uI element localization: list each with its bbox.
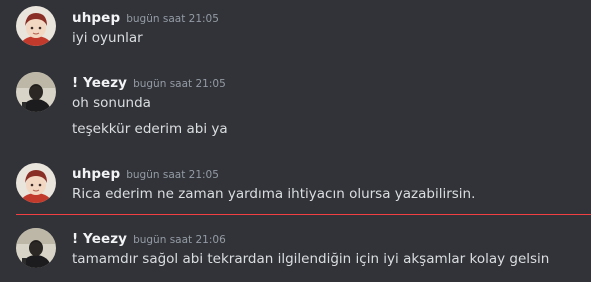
avatar[interactable] [16,72,56,112]
avatar[interactable] [16,6,56,46]
anime-character-avatar-icon [16,6,56,46]
username[interactable]: uhpep [72,10,120,26]
dark-photo-avatar-icon [16,72,56,112]
timestamp[interactable]: bugün saat 21:05 [126,13,219,25]
message-header: ! Yeezy bugün saat 21:06 [72,229,226,247]
username[interactable]: ! Yeezy [72,231,127,247]
anime-character-avatar-icon [16,163,56,203]
message-text: Rica ederim ne zaman yardıma ihtiyacın o… [72,186,476,202]
message-text: iyi oyunlar [72,30,143,46]
username[interactable]: ! Yeezy [72,75,127,91]
message-text: teşekkür ederim abi ya [72,121,228,137]
message-header: ! Yeezy bugün saat 21:05 [72,73,226,91]
avatar[interactable] [16,228,56,268]
username[interactable]: uhpep [72,166,120,182]
message-text: oh sonunda [72,95,151,111]
chat-message-list: uhpep bugün saat 21:05 iyi oyunlar ! Yeez… [0,0,591,282]
message-text: tamamdır sağol abi tekrardan ilgilendiği… [72,251,550,267]
timestamp[interactable]: bugün saat 21:05 [133,78,226,90]
message-header: uhpep bugün saat 21:05 [72,164,219,182]
message-header: uhpep bugün saat 21:05 [72,8,219,26]
dark-photo-avatar-icon [16,228,56,268]
timestamp[interactable]: bugün saat 21:05 [126,169,219,181]
avatar[interactable] [16,163,56,203]
timestamp[interactable]: bugün saat 21:06 [133,234,226,246]
new-messages-divider [16,214,591,215]
